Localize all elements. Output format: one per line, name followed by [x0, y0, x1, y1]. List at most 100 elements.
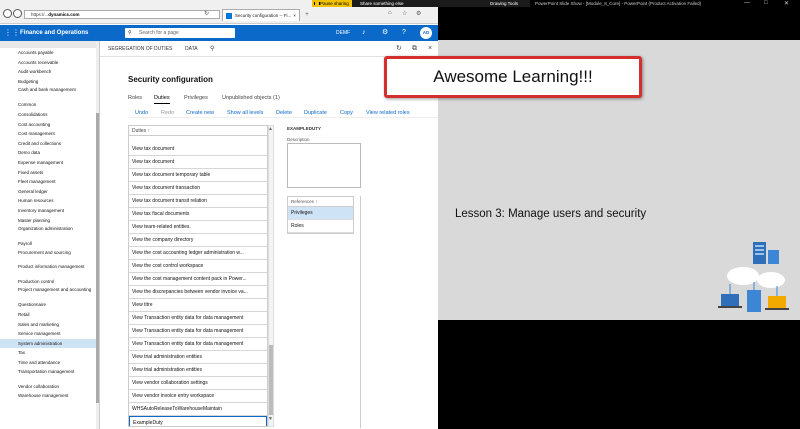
description-field[interactable]: [287, 143, 361, 188]
sidebar-item[interactable]: Production control: [18, 277, 94, 287]
sidebar-item[interactable]: Time and attendance: [18, 358, 94, 368]
gear-icon[interactable]: ⚙: [382, 25, 388, 41]
show-all-levels-button[interactable]: Show all levels: [227, 108, 263, 118]
settings-icon[interactable]: ⚙: [416, 10, 421, 17]
sidebar-item[interactable]: Cash and bank management: [18, 86, 94, 99]
sidebar-item[interactable]: System administration: [0, 338, 96, 349]
sidebar-item[interactable]: Tax: [18, 348, 94, 358]
duties-column-header[interactable]: Duties ↑: [129, 126, 267, 136]
new-tab-icon[interactable]: +: [302, 10, 312, 20]
table-row[interactable]: ExampleDuty: [129, 416, 267, 426]
table-row[interactable]: View the cost management content pack in…: [129, 273, 267, 286]
table-row[interactable]: View tax document: [129, 143, 267, 156]
table-row[interactable]: WHSAutoReleaseToWarehouseMaintain: [129, 403, 267, 416]
table-row[interactable]: View Transaction entity data for data ma…: [129, 338, 267, 351]
tab-duties[interactable]: Duties: [154, 93, 170, 104]
pause-sharing-button[interactable]: Pause sharing: [312, 0, 352, 7]
sidebar-item[interactable]: Common: [18, 100, 94, 110]
browser-tab[interactable]: Security configuration -- Fi... ×: [222, 9, 300, 21]
sidebar-item[interactable]: Payroll: [18, 239, 94, 249]
window-close-icon[interactable]: ✕: [784, 0, 789, 7]
page-search-icon[interactable]: ⚲: [210, 41, 214, 57]
sidebar-item[interactable]: Product information management: [18, 263, 94, 276]
tab-unpublished-objects[interactable]: Unpublished objects (1): [222, 93, 280, 103]
table-row[interactable]: View Transaction entity data for data ma…: [129, 312, 267, 325]
scroll-down-icon[interactable]: ▼: [268, 416, 273, 422]
create-new-button[interactable]: Create new: [186, 108, 214, 118]
sidebar-item[interactable]: Human resources: [18, 196, 94, 206]
sidebar-item[interactable]: Organization administration: [18, 225, 94, 238]
search-input[interactable]: ⚲ Search for a page: [125, 28, 235, 38]
delete-button[interactable]: Delete: [276, 108, 292, 118]
avatar[interactable]: AD: [420, 27, 432, 39]
star-icon[interactable]: ☆: [402, 10, 407, 17]
references-column-header[interactable]: References ↑: [288, 197, 353, 207]
table-row[interactable]: View vendor invoice entry workspace: [129, 390, 267, 403]
sidebar-item[interactable]: Audit workbench: [18, 67, 94, 77]
waffle-icon[interactable]: ⋮⋮: [4, 29, 20, 37]
sidebar-item[interactable]: Warehouse management: [18, 391, 94, 401]
sidebar-item[interactable]: Transportation management: [18, 368, 94, 381]
maximize-icon[interactable]: □: [764, 0, 768, 6]
table-row[interactable]: View the cost accounting ledger administ…: [129, 247, 267, 260]
reference-item-privileges[interactable]: Privileges: [288, 207, 353, 220]
sidebar-item[interactable]: Consolidations: [18, 110, 94, 120]
tab-roles[interactable]: Roles: [128, 93, 142, 103]
sidebar-item[interactable]: Accounts payable: [18, 48, 94, 58]
table-row[interactable]: View tax document temporary table: [129, 169, 267, 182]
scroll-up-icon[interactable]: ▲: [268, 126, 273, 132]
sidebar-item[interactable]: Cost accounting: [18, 120, 94, 130]
sidebar-item[interactable]: Budgeting: [18, 77, 94, 87]
sidebar-item[interactable]: Project management and accounting: [18, 286, 94, 299]
sidebar-item[interactable]: Expense management: [18, 158, 94, 168]
sidebar-item[interactable]: Fleet management: [18, 177, 94, 187]
view-related-roles-button[interactable]: View related roles: [366, 108, 410, 118]
sidebar-item[interactable]: Vendor collaboration: [18, 382, 94, 392]
refresh-icon[interactable]: ↻: [204, 10, 209, 17]
breadcrumb-segregation[interactable]: SEGREGATION OF DUTIES: [108, 41, 172, 57]
sidebar-item[interactable]: Accounts receivable: [18, 58, 94, 68]
table-row[interactable]: View tax document: [129, 156, 267, 169]
table-row[interactable]: View trial administration entities: [129, 364, 267, 377]
sidebar-item[interactable]: Sales and marketing: [18, 320, 94, 330]
sidebar-item[interactable]: Retail: [18, 310, 94, 320]
sidebar-item[interactable]: Questionnaire: [18, 300, 94, 310]
sidebar-item[interactable]: Inventory management: [18, 206, 94, 216]
table-row[interactable]: View team-related entities.: [129, 221, 267, 234]
table-row[interactable]: View vendor collaboration settings: [129, 377, 267, 390]
help-icon[interactable]: ?: [402, 25, 406, 41]
redo-button[interactable]: Redo: [161, 108, 174, 118]
sidebar-item[interactable]: Master planning: [18, 216, 94, 226]
copy-button[interactable]: Copy: [340, 108, 353, 118]
grid-scroll-thumb[interactable]: [269, 345, 273, 415]
reference-item-roles[interactable]: Roles: [288, 220, 353, 233]
table-row[interactable]: View titre: [129, 299, 267, 312]
address-bar[interactable]: https://...dynamics.com: [24, 10, 220, 19]
sidebar-item[interactable]: Credit and collections: [18, 139, 94, 149]
tab-privileges[interactable]: Privileges: [184, 93, 208, 103]
share-something-else-button[interactable]: Share something else: [360, 0, 404, 7]
table-row[interactable]: View tax document transaction: [129, 182, 267, 195]
undo-button[interactable]: Undo: [135, 108, 148, 118]
company-picker[interactable]: DEMF: [336, 25, 350, 41]
sidebar-item[interactable]: Procurement and sourcing: [18, 249, 94, 262]
bell-icon[interactable]: ♪: [362, 25, 366, 41]
duplicate-button[interactable]: Duplicate: [304, 108, 327, 118]
tab-close-icon[interactable]: ×: [293, 10, 296, 21]
table-row[interactable]: View the company directory: [129, 234, 267, 247]
sidebar-scroll-thumb[interactable]: [96, 113, 99, 403]
sidebar-item[interactable]: Cost management: [18, 129, 94, 139]
table-row[interactable]: View Transaction entity data for data ma…: [129, 325, 267, 338]
sidebar-item[interactable]: General ledger: [18, 187, 94, 197]
back-button[interactable]: [3, 9, 12, 18]
forward-button[interactable]: [13, 9, 22, 18]
open-new-icon[interactable]: ⧉: [412, 41, 417, 57]
refresh-page-icon[interactable]: ↻: [396, 41, 402, 57]
minimize-icon[interactable]: —: [744, 0, 750, 6]
app-title[interactable]: Finance and Operations: [20, 25, 88, 41]
table-row[interactable]: View trial administration entities: [129, 351, 267, 364]
table-row[interactable]: View tax document transit relation: [129, 195, 267, 208]
sidebar-item[interactable]: Fixed assets: [18, 168, 94, 178]
drawing-tools-button[interactable]: Drawing Tools: [486, 0, 530, 7]
home-icon[interactable]: ⌂: [388, 10, 392, 16]
